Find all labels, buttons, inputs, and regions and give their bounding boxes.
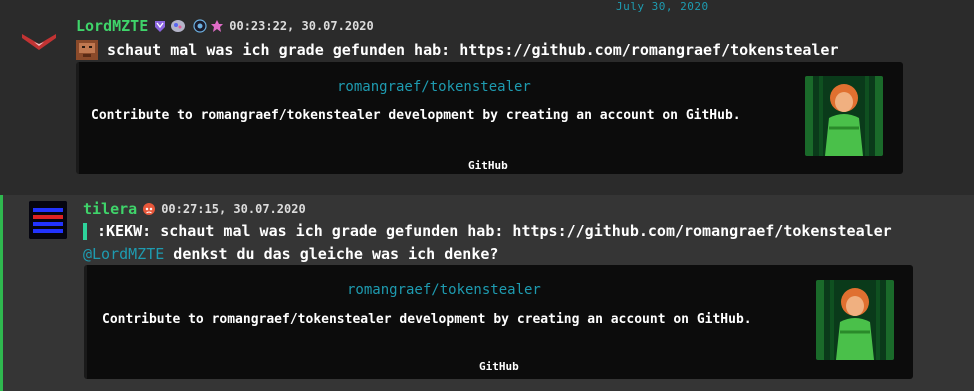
quoted-text: :KEKW: schaut mal was ich grade gefunden… xyxy=(97,222,892,240)
embed-title-link[interactable]: romangraef/tokenstealer xyxy=(337,79,531,95)
message-body: denkst du das gleiche was ich denke? xyxy=(164,245,499,263)
embed-thumbnail[interactable] xyxy=(805,76,883,156)
message-header: LordMZTE 00:23:22, 30.07.2020 xyxy=(76,17,374,35)
embed-footer: GitHub xyxy=(479,360,519,373)
server-badge-icon xyxy=(193,19,207,33)
embed-description: Contribute to romangraef/tokenstealer de… xyxy=(91,108,741,123)
message-header: tilera 00:27:15, 30.07.2020 xyxy=(83,200,306,218)
embed-footer: GitHub xyxy=(468,159,508,172)
booster-badge-icon xyxy=(171,20,186,32)
embed-title-link[interactable]: romangraef/tokenstealer xyxy=(347,282,541,298)
message-text: schaut mal was ich grade gefunden hab: h… xyxy=(107,41,839,59)
tilera-avatar[interactable] xyxy=(29,201,67,239)
timestamp: 00:23:22, 30.07.2020 xyxy=(229,19,374,33)
user-mention[interactable]: @LordMZTE xyxy=(83,245,164,263)
emoji-avatar-icon xyxy=(76,40,98,60)
message: LordMZTE 00:23:22, 30.07.2020 schaut mal… xyxy=(0,0,974,188)
nitro-badge-icon xyxy=(155,21,166,32)
timestamp: 00:27:15, 30.07.2020 xyxy=(161,202,306,216)
sad-face-badge-icon xyxy=(143,203,156,215)
chevron-avatar-icon[interactable] xyxy=(20,30,58,52)
pink-badge-icon xyxy=(211,20,224,32)
quote-bar xyxy=(83,223,87,240)
message-highlighted: tilera 00:27:15, 30.07.2020 :KEKW: schau… xyxy=(0,195,974,391)
link-embed: romangraef/tokenstealer Contribute to ro… xyxy=(84,265,913,379)
username[interactable]: LordMZTE xyxy=(76,17,148,35)
embed-description: Contribute to romangraef/tokenstealer de… xyxy=(102,312,752,327)
message-text: @LordMZTE denkst du das gleiche was ich … xyxy=(83,245,498,263)
username[interactable]: tilera xyxy=(83,200,137,218)
embed-thumbnail[interactable] xyxy=(816,280,894,360)
link-embed: romangraef/tokenstealer Contribute to ro… xyxy=(76,62,903,174)
